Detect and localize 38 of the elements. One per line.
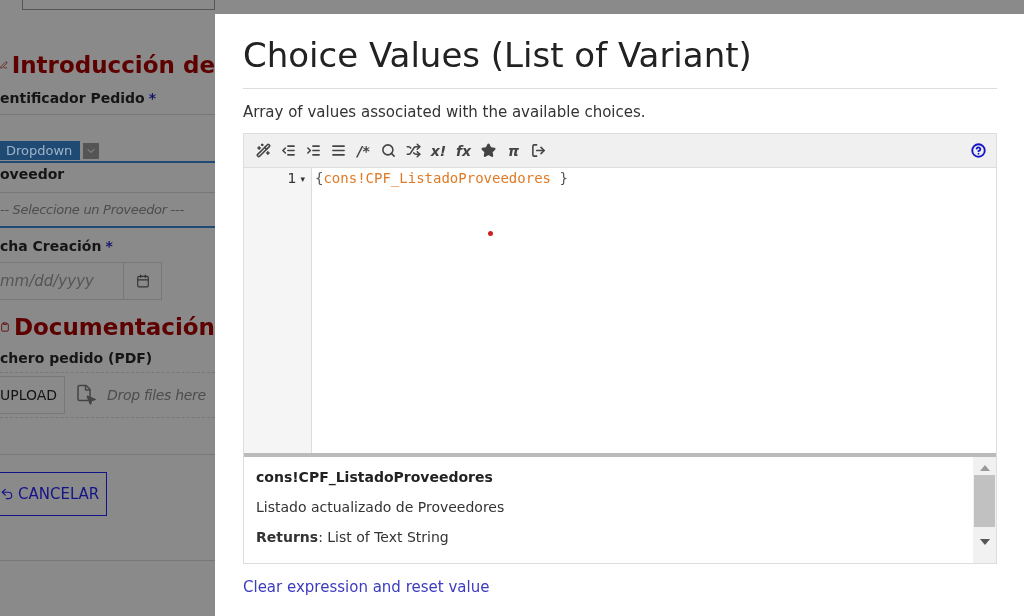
required-mark: * [148,90,157,106]
shuffle-icon[interactable] [404,143,423,158]
doc-description: Listado actualizado de Proveedores [256,499,506,515]
toolbar-button[interactable]: fx [454,142,473,159]
section-title: Documentación [13,314,215,340]
required-mark: * [105,238,113,254]
indent-icon[interactable] [304,143,323,158]
field-label: chero pedido (PDF) [0,350,154,366]
toolbar-button[interactable]: /* [354,142,373,159]
field-label: oveedor [0,166,66,182]
line-number: 1 [287,170,297,188]
cursor-dot [488,231,493,236]
code-line[interactable]: {cons!CPF_ListadoProveedores } [315,170,993,186]
help-icon[interactable] [971,143,986,158]
field-label: entificador Pedido [0,90,145,106]
field-label: cha Creación [0,238,102,254]
scrollbar[interactable] [973,457,996,563]
magic-wand-icon[interactable] [254,143,273,158]
exit-icon[interactable] [529,143,548,158]
upload-button[interactable]: UPLOAD [0,376,65,414]
doc-name: cons!CPF_ListadoProveedores [256,469,494,485]
fold-icon[interactable]: ▾ [300,170,305,188]
dialog-title: Choice Values (List of Variant) [243,34,753,77]
description: Array of values associated with the available choices. [243,103,647,121]
search-icon[interactable] [379,143,398,158]
undo-icon [0,487,14,501]
list-icon[interactable] [329,143,348,158]
toolbar-button[interactable]: x! [429,142,448,159]
section-title: Introducción de [11,52,215,78]
drop-hint: Drop files here [107,387,206,403]
cancel-button[interactable]: CANCELAR [0,472,107,516]
dropdown-tab[interactable]: Dropdown [0,141,81,160]
clear-link[interactable]: Clear expression and reset value [243,578,490,596]
file-icon [75,384,97,406]
toolbar-button[interactable]: π [504,142,523,159]
outdent-icon[interactable] [279,143,298,158]
doc-returns: Returns: List of Text String [256,529,450,545]
star-icon[interactable] [479,143,498,158]
